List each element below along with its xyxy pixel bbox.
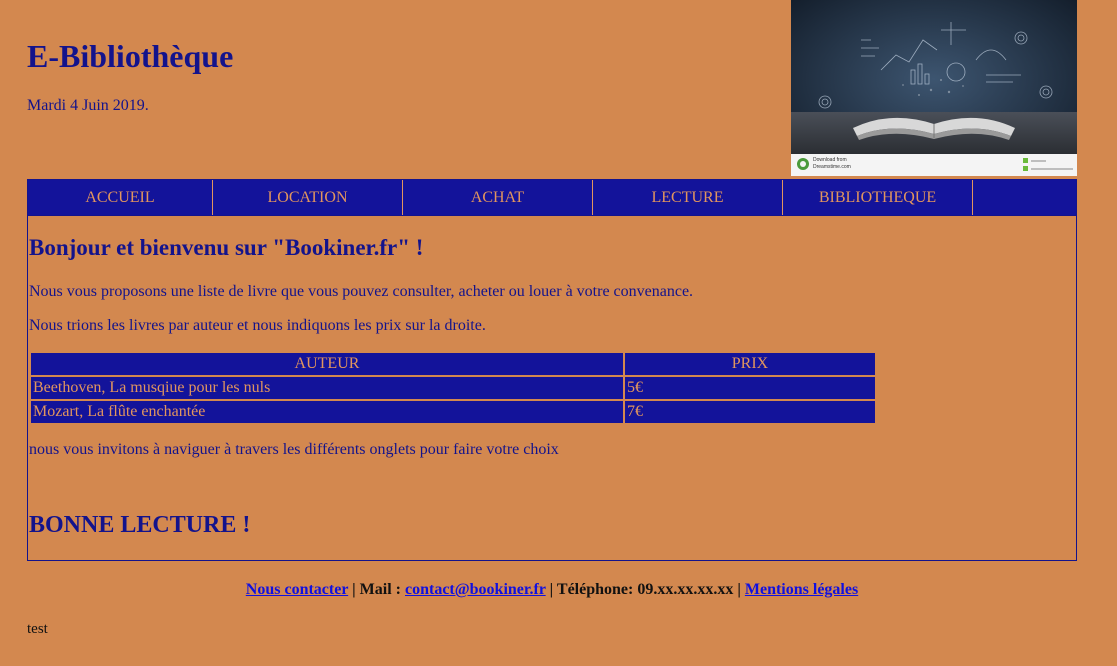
- nav-item-lecture[interactable]: LECTURE: [593, 180, 783, 215]
- legal-link[interactable]: Mentions légales: [745, 581, 858, 598]
- table-header-row: AUTEUR PRIX: [31, 353, 875, 375]
- image-source-label: Dreamstime.com: [813, 164, 851, 170]
- column-header-price: PRIX: [625, 353, 875, 375]
- cell-author: Mozart, La flûte enchantée: [31, 401, 623, 423]
- book-table: AUTEUR PRIX Beethoven, La musqiue pour l…: [29, 351, 877, 425]
- footer-separator: |: [348, 581, 360, 598]
- cell-author: Beethoven, La musqiue pour les nuls: [31, 377, 623, 399]
- table-row: Beethoven, La musqiue pour les nuls 5€: [31, 377, 875, 399]
- invite-paragraph: nous vous invitons à naviguer à travers …: [29, 441, 559, 458]
- image-download-label: Download from: [813, 157, 847, 163]
- closing-heading: BONNE LECTURE !: [29, 512, 251, 538]
- footer-separator: |: [733, 581, 745, 598]
- current-date: Mardi 4 Juin 2019.: [27, 97, 149, 114]
- cell-price: 7€: [625, 401, 875, 423]
- main-content: Bonjour et bienvenu sur "Bookiner.fr" ! …: [27, 215, 1077, 561]
- column-header-author: AUTEUR: [31, 353, 623, 375]
- cell-price: 5€: [625, 377, 875, 399]
- header-book-image: Download from Dreamstime.com: [791, 0, 1077, 176]
- main-navigation: ACCUEIL LOCATION ACHAT LECTURE BIBLIOTHE…: [27, 179, 1077, 216]
- welcome-heading: Bonjour et bienvenu sur "Bookiner.fr" !: [29, 235, 424, 260]
- contact-link[interactable]: Nous contacter: [246, 581, 348, 598]
- footer: Nous contacter | Mail : contact@bookiner…: [27, 581, 1077, 599]
- footer-separator: |: [545, 581, 557, 598]
- email-link[interactable]: contact@bookiner.fr: [405, 581, 546, 598]
- table-row: Mozart, La flûte enchantée 7€: [31, 401, 875, 423]
- nav-item-achat[interactable]: ACHAT: [403, 180, 593, 215]
- nav-item-accueil[interactable]: ACCUEIL: [28, 180, 213, 215]
- intro-paragraph-2: Nous trions les livres par auteur et nou…: [29, 317, 486, 334]
- nav-item-location[interactable]: LOCATION: [213, 180, 403, 215]
- bottom-text: test: [27, 621, 48, 637]
- header: E-Bibliothèque Mardi 4 Juin 2019. Downlo…: [27, 0, 1077, 179]
- mail-label: Mail :: [359, 581, 405, 598]
- intro-paragraph-1: Nous vous proposons une liste de livre q…: [29, 283, 694, 300]
- nav-item-bibliotheque[interactable]: BIBLIOTHEQUE: [783, 180, 973, 215]
- phone-text: Téléphone: 09.xx.xx.xx.xx: [556, 581, 734, 598]
- site-title: E-Bibliothèque: [27, 38, 234, 74]
